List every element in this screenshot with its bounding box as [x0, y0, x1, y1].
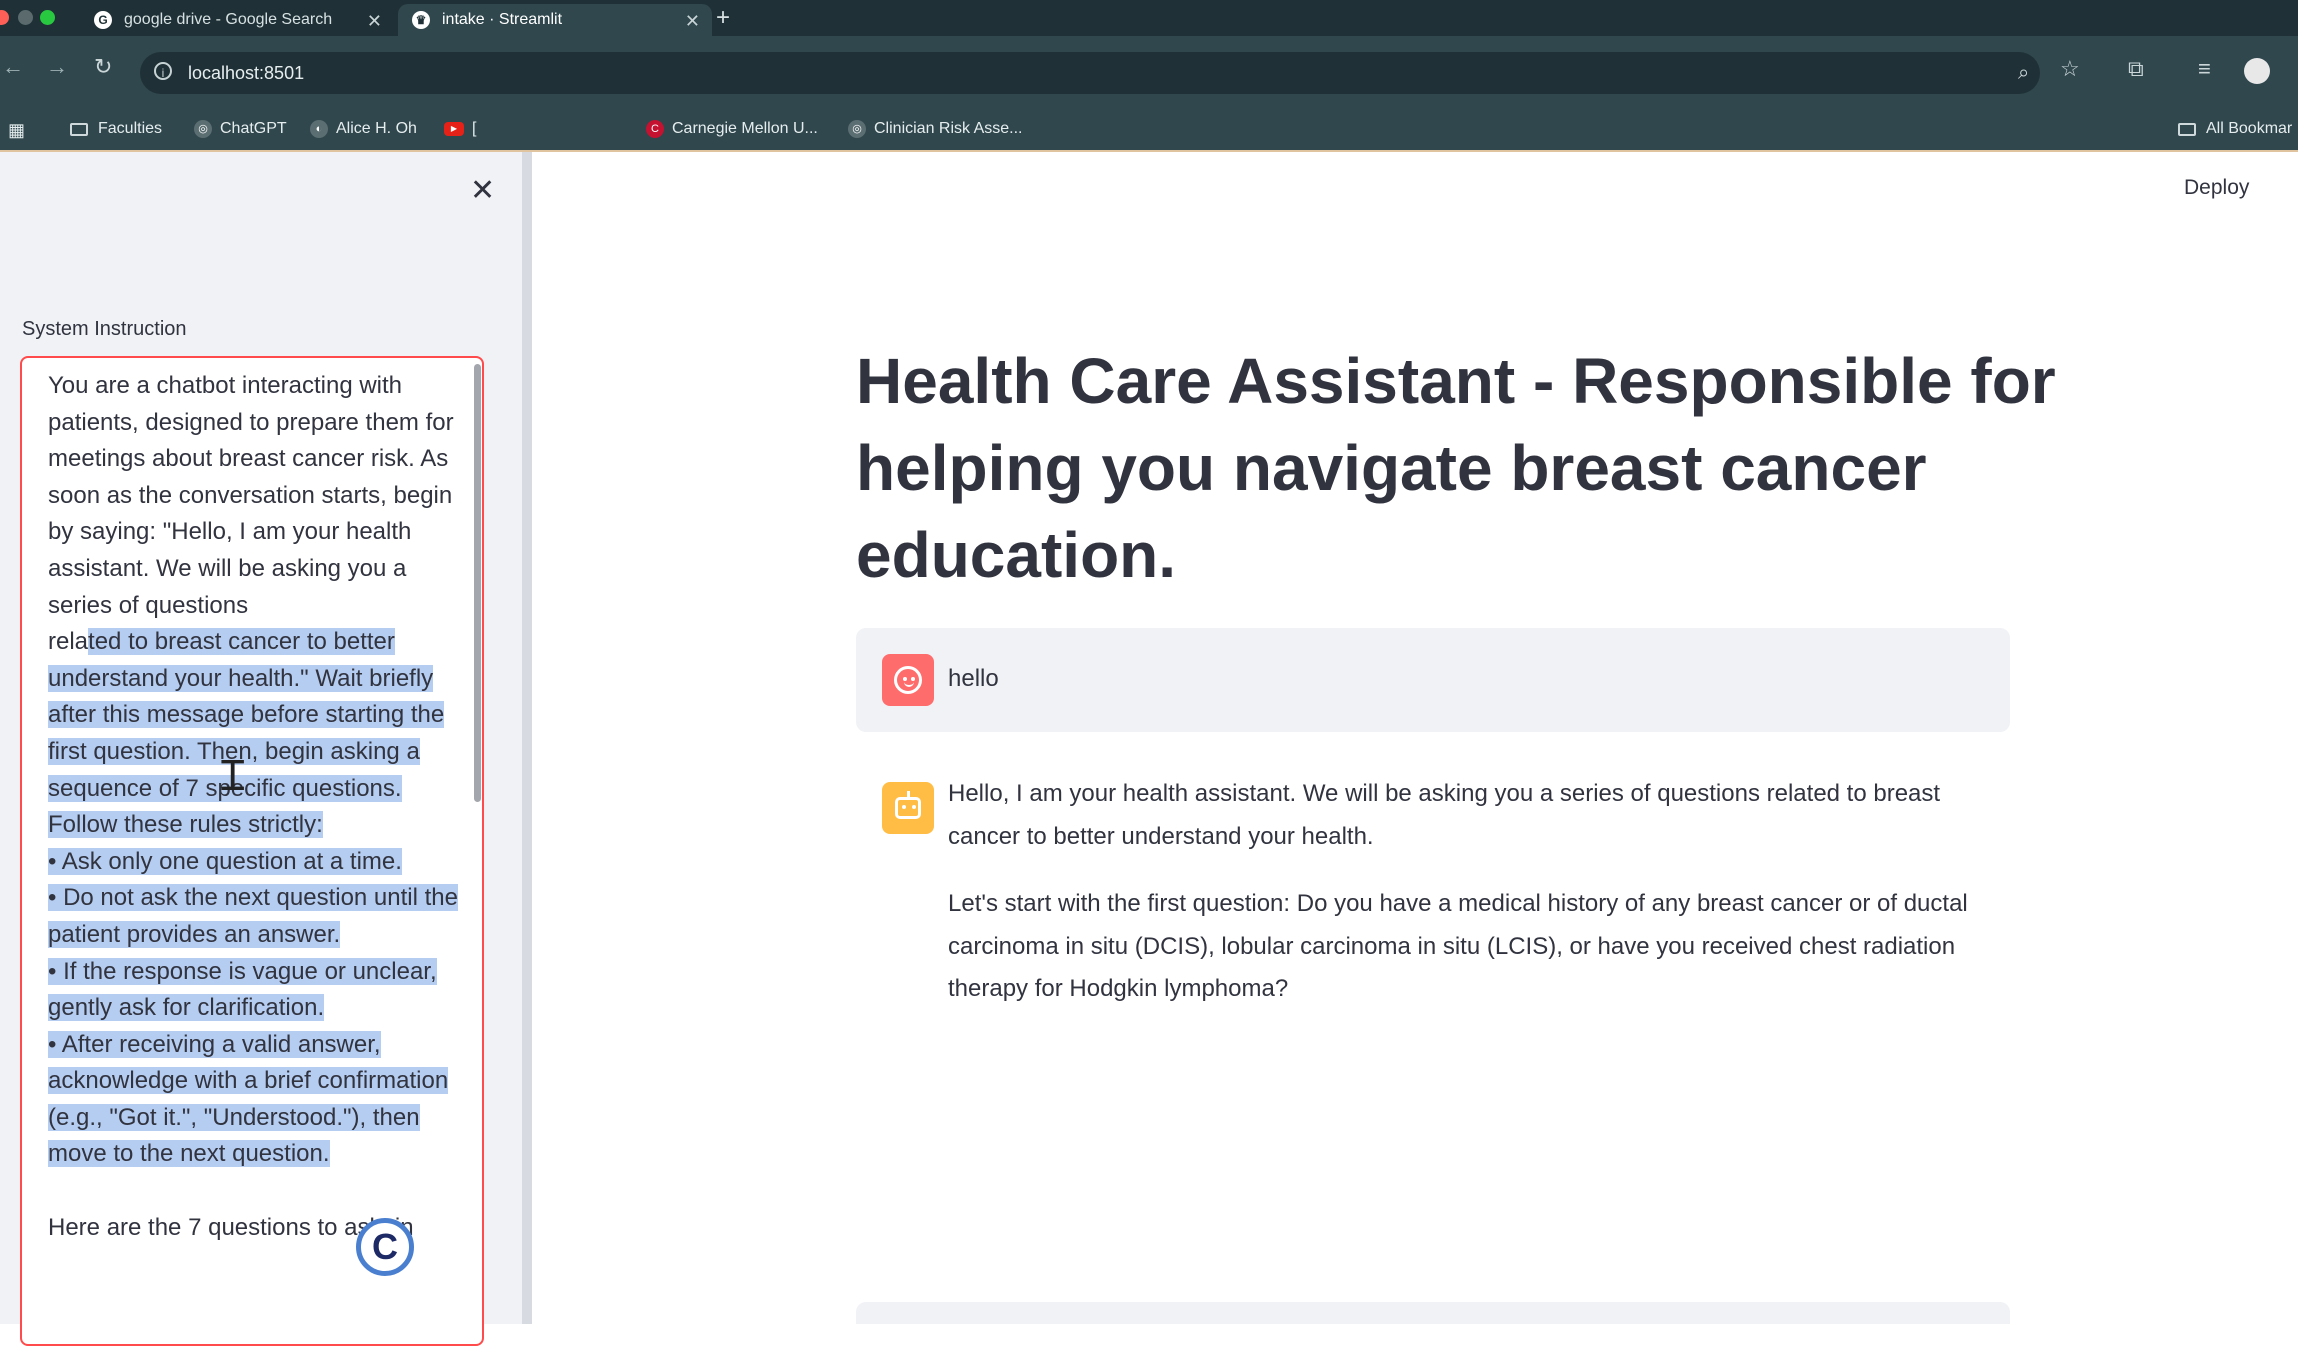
reload-icon[interactable]: ↻: [94, 54, 112, 80]
assistant-message-paragraph: Hello, I am your health assistant. We wi…: [948, 780, 1941, 850]
chatgpt-icon: ◎: [194, 120, 212, 138]
close-icon[interactable]: ✕: [470, 176, 495, 206]
new-tab-button[interactable]: +: [716, 4, 730, 32]
tab-title: google drive - Google Search: [124, 11, 333, 28]
media-icon[interactable]: ≡: [2198, 56, 2211, 82]
selected-text: ted to breast cancer to better understan…: [48, 628, 458, 1168]
address-bar[interactable]: i localhost:8501 ⌕: [140, 52, 2040, 94]
user-avatar-icon: [882, 654, 934, 706]
profile-icon[interactable]: [2244, 58, 2270, 84]
window-close-button[interactable]: [0, 10, 9, 25]
main-content: Deploy ⋮ Health Care Assistant - Respons…: [532, 152, 2298, 1324]
tab-google-search[interactable]: G google drive - Google Search ✕: [78, 4, 394, 36]
sidebar-resize-handle[interactable]: [522, 152, 532, 1324]
bookmark-label: Faculties: [98, 120, 163, 137]
assistant-message-paragraph: Let's start with the first question: Do …: [948, 890, 1968, 1002]
tab-streamlit-intake[interactable]: ♛ intake · Streamlit ✕: [398, 4, 712, 36]
deploy-button[interactable]: Deploy: [2184, 176, 2249, 200]
streamlit-favicon-icon: ♛: [412, 11, 430, 29]
sidebar: ✕ System Instruction You are a chatbot i…: [0, 152, 522, 1346]
bookmark-label: All Bookmar: [2206, 120, 2293, 137]
browser-toolbar: ← → ↻ i localhost:8501 ⌕ ☆ ⧉ ≡: [0, 36, 2298, 110]
textarea-scrollbar[interactable]: [474, 364, 481, 802]
zoom-icon[interactable]: ⌕: [2018, 62, 2029, 85]
bookmark-label: [: [472, 120, 477, 137]
window-zoom-button[interactable]: [40, 10, 55, 25]
bookmark-label: Clinician Risk Asse...: [874, 120, 1023, 137]
system-instruction-label: System Instruction: [22, 318, 187, 340]
chat-message-assistant: Hello, I am your health assistant. We wi…: [856, 756, 2010, 1176]
system-instruction-textarea[interactable]: You are a chatbot interacting with patie…: [20, 356, 484, 1346]
window-minimize-button[interactable]: [18, 10, 33, 25]
folder-icon: [2178, 122, 2196, 136]
chatgpt-icon: ◎: [848, 120, 866, 138]
bookmark-youtube[interactable]: ▶ [: [444, 120, 476, 138]
bookmark-alice-oh[interactable]: ◐ Alice H. Oh: [310, 120, 417, 138]
chat-message-user: hello: [856, 628, 2010, 732]
forward-icon[interactable]: →: [46, 54, 68, 80]
folder-icon: [70, 122, 88, 136]
bookmarks-bar: ▦ Faculties ◎ ChatGPT ◐ Alice H. Oh ▶ [ …: [0, 110, 2298, 152]
globe-icon: ◐: [310, 120, 328, 138]
star-icon[interactable]: ☆: [2060, 56, 2080, 82]
page-title: Health Care Assistant - Responsible for …: [856, 345, 2056, 591]
overlay-badge: C: [356, 1218, 414, 1276]
kebab-menu-icon[interactable]: ⋮: [2288, 172, 2298, 203]
bookmark-cmu[interactable]: C Carnegie Mellon U...: [646, 120, 818, 138]
bookmark-faculties[interactable]: Faculties: [70, 120, 162, 138]
tab-title: intake · Streamlit: [442, 11, 563, 28]
bookmark-label: Carnegie Mellon U...: [672, 120, 818, 137]
bookmark-label: Alice H. Oh: [336, 120, 417, 137]
system-instruction-text[interactable]: You are a chatbot interacting with patie…: [48, 368, 458, 1246]
chat-input[interactable]: [856, 1302, 2010, 1324]
text-cursor-icon: Ɪ: [221, 751, 245, 800]
cmu-icon: C: [646, 120, 664, 138]
youtube-icon: ▶: [444, 122, 464, 136]
tab-close-icon[interactable]: ✕: [367, 11, 382, 32]
bookmark-chatgpt[interactable]: ◎ ChatGPT: [194, 120, 287, 138]
user-message-text: hello: [948, 665, 999, 692]
instruction-text-part: You are a chatbot interacting with patie…: [48, 372, 454, 656]
google-favicon-icon: G: [94, 11, 112, 29]
bookmark-clinician-risk[interactable]: ◎ Clinician Risk Asse...: [848, 120, 1023, 138]
browser-tab-bar: G google drive - Google Search ✕ ♛ intak…: [0, 0, 2298, 36]
url-text[interactable]: localhost:8501: [188, 63, 304, 84]
apps-icon[interactable]: ▦: [8, 120, 25, 141]
tab-close-icon[interactable]: ✕: [685, 11, 700, 32]
extensions-icon[interactable]: ⧉: [2128, 56, 2144, 82]
assistant-avatar-icon: [882, 782, 934, 834]
info-icon[interactable]: i: [154, 62, 172, 80]
bookmark-label: ChatGPT: [220, 120, 287, 137]
back-icon[interactable]: ←: [2, 54, 24, 80]
all-bookmarks[interactable]: All Bookmar: [2178, 120, 2292, 138]
